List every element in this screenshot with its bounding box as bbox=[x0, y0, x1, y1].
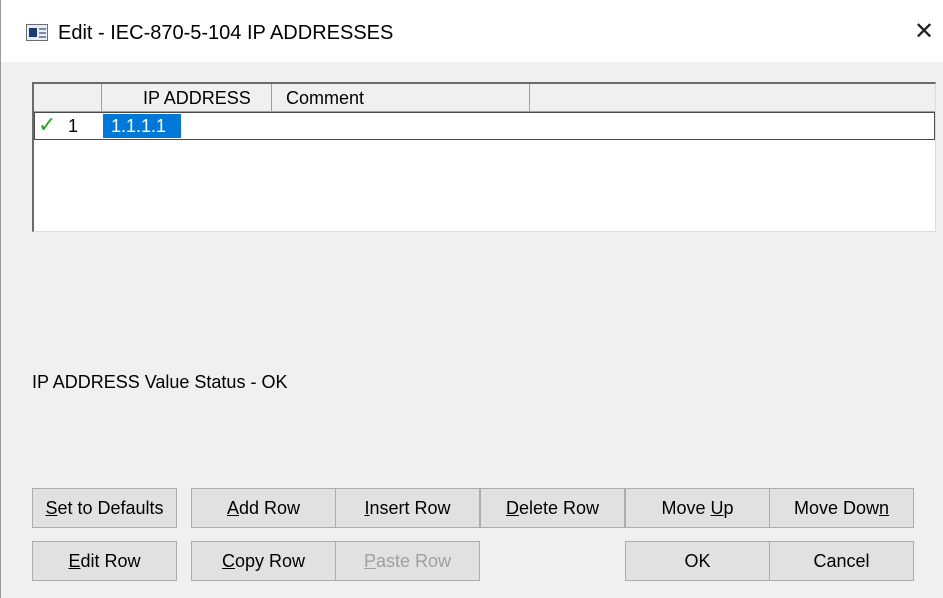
table-row[interactable]: ✓ 1 1.1.1.1 bbox=[34, 112, 935, 140]
edit-row-button[interactable]: Edit Row bbox=[32, 541, 177, 581]
ip-address-cell[interactable]: 1.1.1.1 bbox=[103, 114, 181, 138]
paste-row-button[interactable]: Paste Row bbox=[335, 541, 480, 581]
value-status-text: IP ADDRESS Value Status - OK bbox=[32, 372, 288, 392]
close-icon[interactable]: ✕ bbox=[911, 18, 937, 44]
title-bar: Edit - IEC-870-5-104 IP ADDRESSES ✕ bbox=[1, 0, 943, 62]
header-ip-address[interactable]: IP ADDRESS bbox=[102, 84, 272, 111]
grid-header: IP ADDRESS Comment bbox=[34, 84, 935, 112]
row-number: 1 bbox=[68, 116, 79, 136]
delete-row-button[interactable]: Delete Row bbox=[480, 488, 625, 528]
edit-dialog: Edit - IEC-870-5-104 IP ADDRESSES ✕ IP A… bbox=[0, 0, 943, 598]
check-icon: ✓ bbox=[38, 113, 57, 138]
insert-row-button[interactable]: Insert Row bbox=[335, 488, 480, 528]
cancel-button[interactable]: Cancel bbox=[769, 541, 914, 581]
add-row-button[interactable]: Add Row bbox=[191, 488, 336, 528]
ip-address-grid[interactable]: IP ADDRESS Comment ✓ 1 1.1.1.1 bbox=[32, 82, 936, 232]
header-comment[interactable]: Comment bbox=[272, 84, 530, 111]
header-filler bbox=[530, 84, 935, 111]
window-title: Edit - IEC-870-5-104 IP ADDRESSES bbox=[58, 22, 394, 44]
header-row-indicator bbox=[34, 84, 102, 111]
window-app-icon bbox=[26, 24, 48, 41]
move-up-button[interactable]: Move Up bbox=[625, 488, 770, 528]
ok-button[interactable]: OK bbox=[625, 541, 770, 581]
copy-row-button[interactable]: Copy Row bbox=[191, 541, 336, 581]
move-down-button[interactable]: Move Down bbox=[769, 488, 914, 528]
set-to-defaults-button[interactable]: Set to Defaults bbox=[32, 488, 177, 528]
